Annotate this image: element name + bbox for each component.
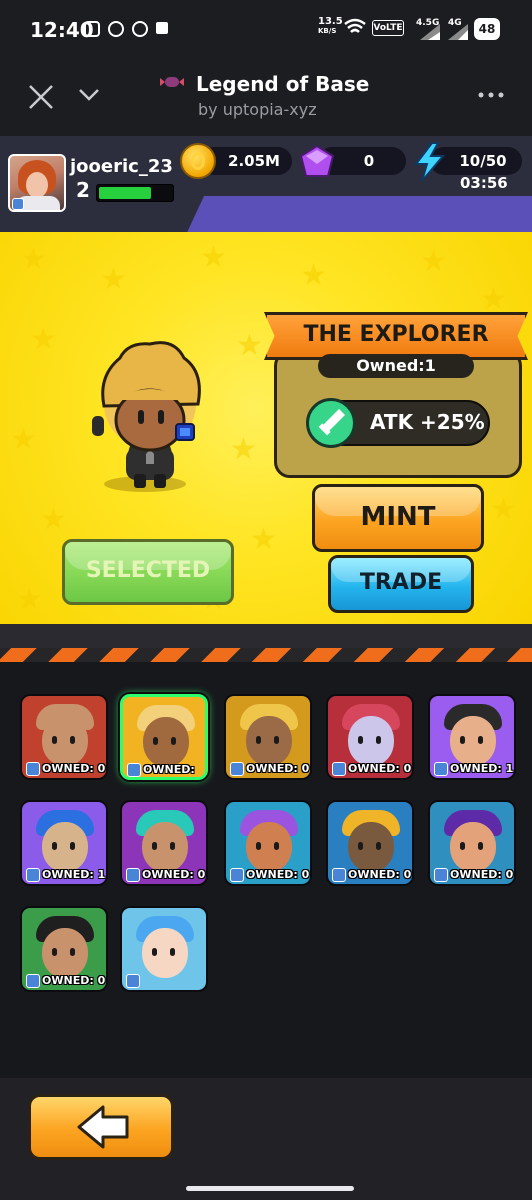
- hazard-stripe: [0, 648, 532, 662]
- trade-button-label: TRADE: [359, 570, 443, 595]
- net-speed: 13.5 KB/S: [318, 16, 343, 35]
- base-chain-icon: [126, 974, 140, 988]
- chevron-down-icon[interactable]: [78, 84, 100, 106]
- player-level: 2: [76, 178, 90, 202]
- gem-icon: [299, 144, 335, 177]
- character-card[interactable]: OWNED: 0: [428, 800, 516, 886]
- sword-icon: [306, 398, 356, 448]
- trade-button[interactable]: TRADE: [328, 555, 474, 613]
- character-card[interactable]: OWNED: 0: [120, 800, 208, 886]
- section-divider: [0, 624, 532, 648]
- threads-icon: [132, 21, 148, 37]
- energy-timer: 03:56: [460, 174, 508, 192]
- app-title: Legend of Base: [196, 72, 370, 96]
- character-card[interactable]: OWNED: 1: [120, 694, 208, 780]
- character-card[interactable]: OWNED: 0: [20, 906, 108, 992]
- close-icon[interactable]: [28, 84, 54, 110]
- owned-count: OWNED: 0: [450, 868, 514, 881]
- character-card[interactable]: OWNED: 1: [428, 694, 516, 780]
- status-bar: 12:40 13.5 KB/S VoLTE 4.5G 4G 48: [0, 0, 532, 60]
- instagram-icon: [84, 21, 100, 37]
- explorer-character: [92, 341, 201, 488]
- xp-bar: [96, 184, 174, 202]
- owned-count: OWNED: 1: [450, 762, 514, 775]
- selected-button[interactable]: SELECTED: [62, 539, 234, 605]
- owned-count: OWNED: 1: [143, 763, 195, 777]
- owned-count: OWNED: 0: [246, 868, 310, 881]
- coin-icon: [180, 143, 216, 179]
- selected-button-label: SELECTED: [85, 558, 211, 583]
- notification-icon: [156, 22, 168, 34]
- base-chain-icon: [230, 762, 244, 776]
- battery-indicator: 48: [474, 18, 500, 40]
- player-username: jooeric_23: [70, 156, 173, 177]
- character-portrait: [42, 822, 88, 872]
- header-stripe: [180, 196, 532, 232]
- messenger-icon: [108, 21, 124, 37]
- player-avatar[interactable]: [8, 154, 66, 212]
- back-arrow-icon: [77, 1105, 129, 1149]
- owned-count: OWNED: 0: [42, 974, 106, 987]
- mint-button[interactable]: MINT: [312, 484, 484, 552]
- owned-count: OWNED: 0: [246, 762, 310, 775]
- mint-button-label: MINT: [360, 502, 436, 532]
- character-portrait: [142, 822, 188, 872]
- base-chain-icon: [26, 974, 40, 988]
- character-portrait: [348, 822, 394, 872]
- character-portrait: [143, 717, 189, 767]
- owned-count: OWNED: 0: [348, 762, 412, 775]
- base-chain-icon: [12, 198, 24, 210]
- volte-badge: VoLTE: [372, 20, 404, 36]
- character-portrait: [142, 928, 188, 978]
- character-portrait: [246, 822, 292, 872]
- base-chain-icon: [332, 762, 346, 776]
- character-portrait: [450, 822, 496, 872]
- character-card[interactable]: OWNED: 0: [326, 694, 414, 780]
- home-indicator[interactable]: [186, 1186, 354, 1191]
- base-chain-icon: [26, 762, 40, 776]
- character-portrait: [42, 716, 88, 766]
- character-portrait: [42, 928, 88, 978]
- base-chain-icon: [126, 868, 140, 882]
- hero-name: THE EXPLORER: [303, 322, 489, 347]
- base-chain-icon: [332, 868, 346, 882]
- base-chain-icon: [26, 868, 40, 882]
- hero-owned-count: Owned:1: [318, 354, 474, 378]
- wifi-icon: [344, 18, 366, 33]
- base-chain-icon: [434, 762, 448, 776]
- energy-bolt-icon: [413, 142, 446, 182]
- character-card[interactable]: OWNED: 1: [20, 800, 108, 886]
- base-chain-icon: [127, 763, 141, 777]
- base-chain-icon: [434, 868, 448, 882]
- candy-icon: [160, 77, 184, 87]
- character-card[interactable]: OWNED: 0: [224, 694, 312, 780]
- back-button[interactable]: [28, 1094, 174, 1160]
- character-card[interactable]: [120, 906, 208, 992]
- owned-count: OWNED: 0: [42, 762, 106, 775]
- owned-count: OWNED: 1: [42, 868, 106, 881]
- character-card[interactable]: OWNED: 0: [20, 694, 108, 780]
- more-options-icon[interactable]: [478, 92, 504, 98]
- owned-count: OWNED: 0: [348, 868, 412, 881]
- base-chain-icon: [230, 868, 244, 882]
- xp-bar-fill: [99, 187, 151, 199]
- app-subtitle: by uptopia-xyz: [198, 100, 317, 119]
- character-portrait: [348, 716, 394, 766]
- character-portrait: [450, 716, 496, 766]
- character-card[interactable]: OWNED: 0: [224, 800, 312, 886]
- owned-count: OWNED: 0: [142, 868, 206, 881]
- signal-icon: [420, 24, 440, 40]
- character-card[interactable]: OWNED: 0: [326, 800, 414, 886]
- atk-stat-label: ATK +25%: [370, 410, 485, 434]
- signal-icon-2: [448, 24, 468, 40]
- character-portrait: [246, 716, 292, 766]
